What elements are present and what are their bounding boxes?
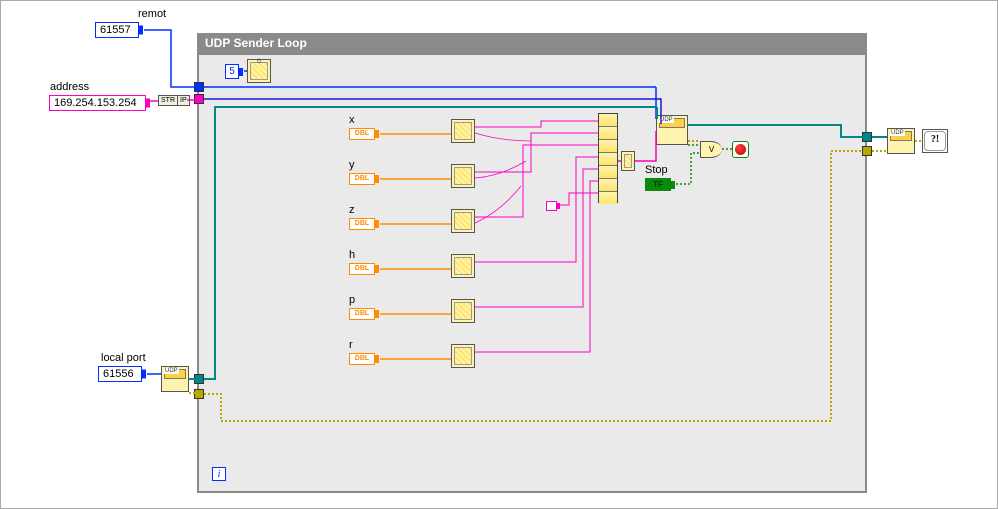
while-loop-title: UDP Sender Loop xyxy=(197,33,867,55)
channel-x-terminal[interactable]: DBL xyxy=(349,128,375,140)
channel-h-label: h xyxy=(349,249,355,261)
format-p-node xyxy=(451,299,475,323)
or-gate: V xyxy=(700,141,722,158)
tunnel-error-in xyxy=(194,389,204,399)
udp-open-tag: UDP xyxy=(164,368,179,374)
flatten-node xyxy=(621,151,635,171)
address-label: address xyxy=(50,81,89,93)
udp-close-tag: UDP xyxy=(890,130,905,136)
format-h-node xyxy=(451,254,475,278)
loop-condition-terminal xyxy=(732,141,749,158)
format-x-node xyxy=(451,119,475,143)
udp-write-tag: UDP xyxy=(659,117,674,123)
tunnel-udp-refnum-in xyxy=(194,374,204,384)
channel-y-label: y xyxy=(349,159,355,171)
concatenate-strings-node xyxy=(598,113,618,203)
channel-r-terminal[interactable]: DBL xyxy=(349,353,375,365)
loop-iteration-terminal: i xyxy=(212,467,226,481)
channel-h-terminal[interactable]: DBL xyxy=(349,263,375,275)
udp-close-node: UDP xyxy=(887,128,915,154)
simple-error-handler xyxy=(922,129,948,153)
format-y-node xyxy=(451,164,475,188)
local-port-label: local port xyxy=(101,352,146,364)
channel-p-label: p xyxy=(349,294,355,306)
channel-y-terminal[interactable]: DBL xyxy=(349,173,375,185)
channel-z-terminal[interactable]: DBL xyxy=(349,218,375,230)
stop-control[interactable]: TF xyxy=(645,178,671,191)
channel-p-terminal[interactable]: DBL xyxy=(349,308,375,320)
tunnel-address xyxy=(194,94,204,104)
wait-ms-constant[interactable]: 5 xyxy=(225,64,239,79)
address-control[interactable]: 169.254.153.254 xyxy=(49,95,146,111)
channel-r-label: r xyxy=(349,339,353,351)
local-port-control[interactable]: 61556 xyxy=(98,366,142,382)
udp-write-node: UDP xyxy=(656,115,688,145)
format-z-node xyxy=(451,209,475,233)
wait-ms-node: ⏱ xyxy=(247,59,271,83)
channel-x-label: x xyxy=(349,114,355,126)
format-r-node xyxy=(451,344,475,368)
tunnel-error-out xyxy=(862,146,872,156)
remote-port-label: remot xyxy=(138,8,166,20)
remote-port-control[interactable]: 61557 xyxy=(95,22,139,38)
ip-tag: IP xyxy=(177,96,189,105)
delimiter-constant[interactable] xyxy=(546,201,557,211)
str-tag: STR xyxy=(159,96,177,105)
channel-z-label: z xyxy=(349,204,355,216)
tunnel-udp-refnum-out xyxy=(862,132,872,142)
udp-open-node: UDP xyxy=(161,366,189,392)
while-loop xyxy=(197,33,867,493)
string-to-ip-node: STR IP xyxy=(158,95,190,106)
tunnel-remote-port xyxy=(194,82,204,92)
stop-label: Stop xyxy=(645,164,668,176)
